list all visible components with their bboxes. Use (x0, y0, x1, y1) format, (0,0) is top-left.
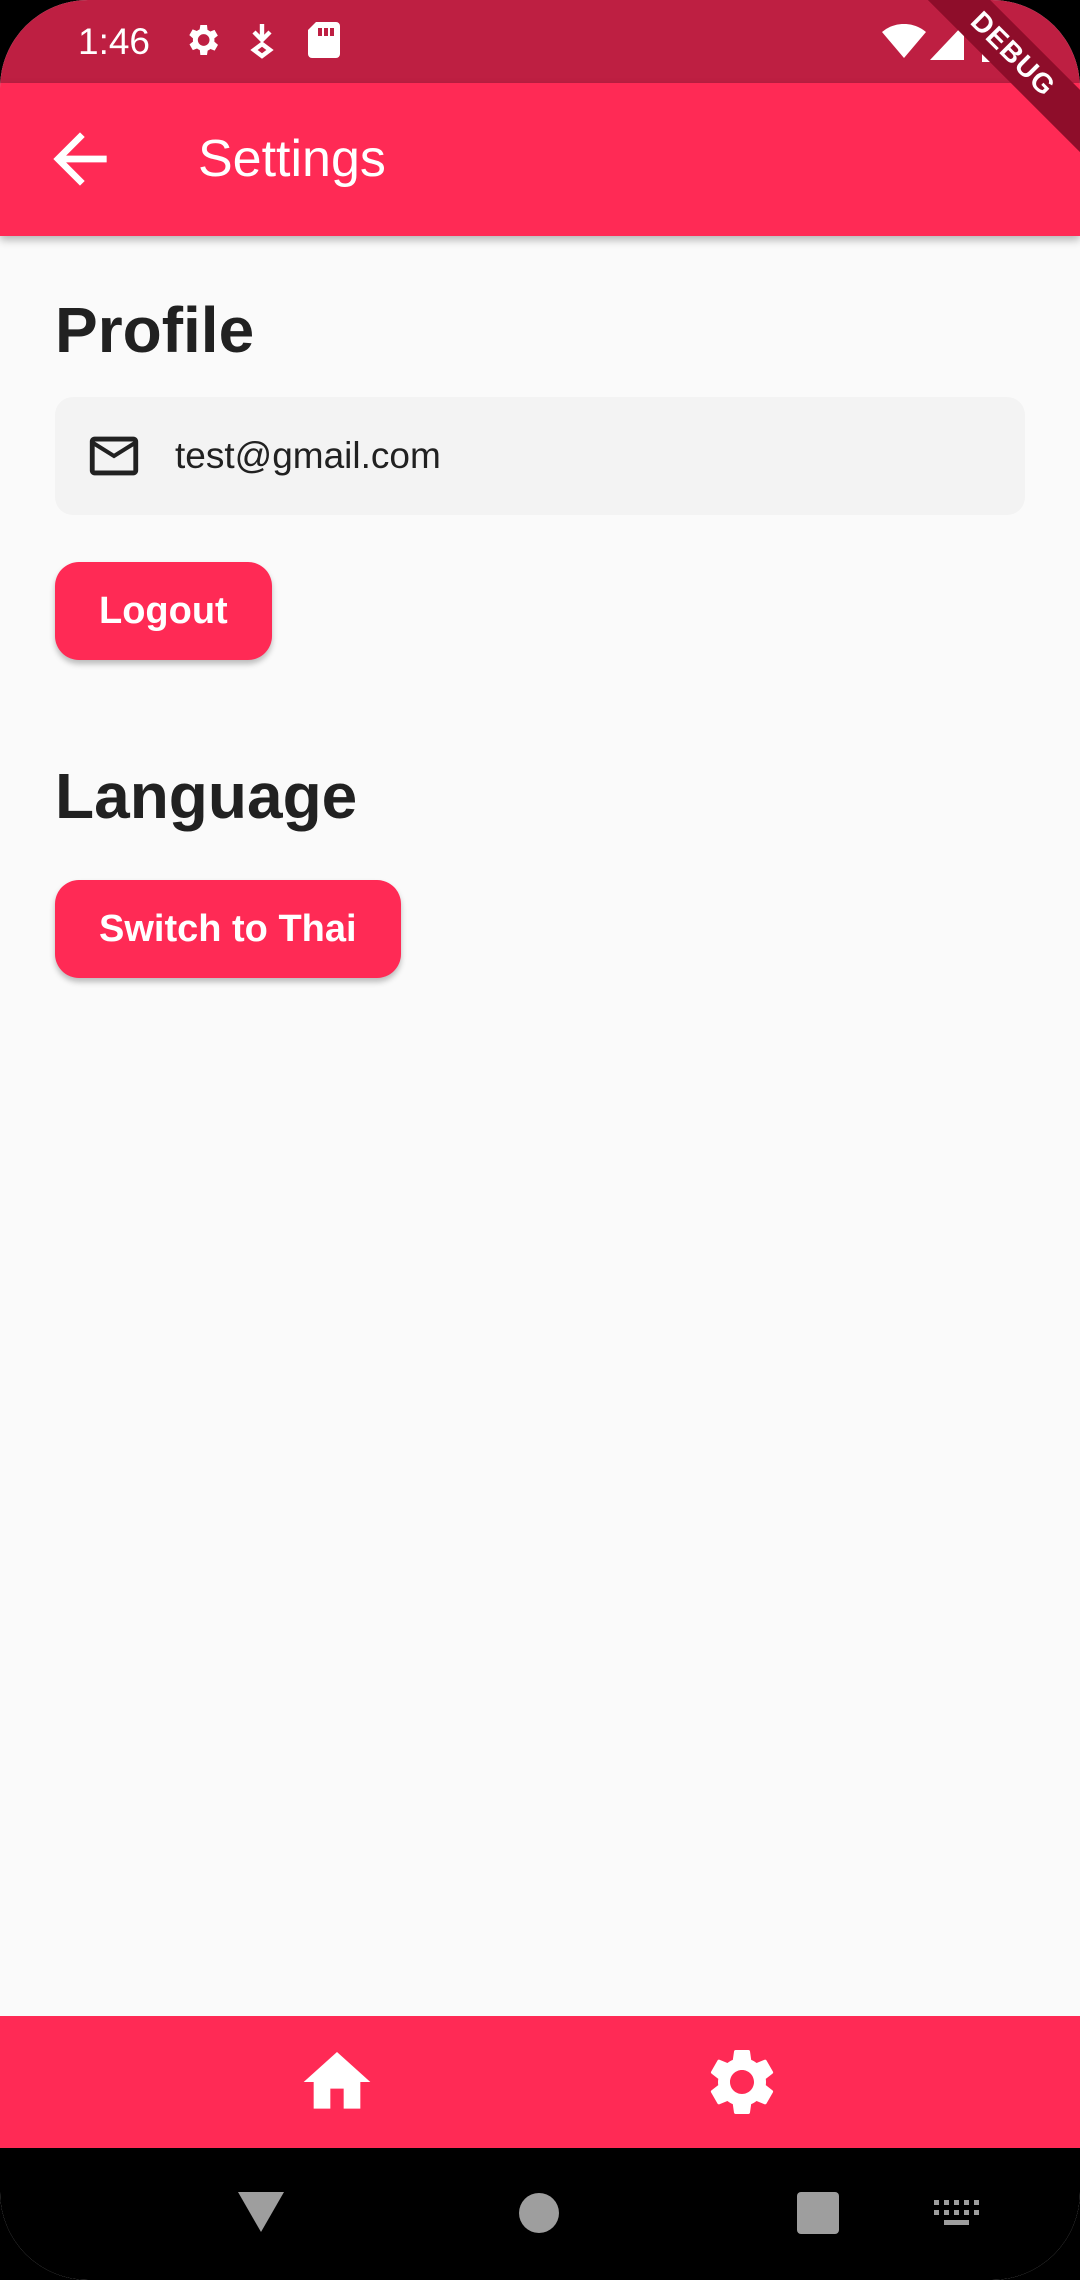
arrow-back-icon[interactable] (40, 119, 120, 199)
wifi-icon (882, 24, 926, 58)
back-triangle-icon[interactable] (238, 2192, 284, 2232)
home-circle-icon[interactable] (518, 2192, 560, 2234)
app-bar: Settings (0, 83, 1080, 236)
system-nav-bar (0, 2148, 1080, 2280)
email-value: test@gmail.com (175, 435, 441, 476)
language-heading: Language (55, 760, 358, 832)
profile-heading: Profile (55, 294, 255, 366)
mail-icon (89, 436, 139, 476)
keyboard-icon[interactable] (934, 2200, 980, 2228)
gear-icon (189, 25, 218, 55)
settings-icon[interactable] (702, 2042, 782, 2122)
download-icon (250, 24, 274, 59)
sd-card-icon (308, 22, 340, 58)
screen: 1:46 DEBUG Settings Profile test@gmail.c… (0, 0, 1080, 2280)
recents-square-icon[interactable] (797, 2192, 839, 2234)
status-time: 1:46 (78, 21, 151, 62)
page-title: Settings (198, 130, 386, 188)
status-bar: 1:46 (0, 0, 1080, 83)
home-icon[interactable] (297, 2042, 377, 2122)
email-field: test@gmail.com (55, 397, 1025, 515)
switch-language-button[interactable]: Switch to Thai (55, 880, 401, 978)
bottom-nav (0, 2016, 1080, 2148)
logout-button[interactable]: Logout (55, 562, 272, 660)
